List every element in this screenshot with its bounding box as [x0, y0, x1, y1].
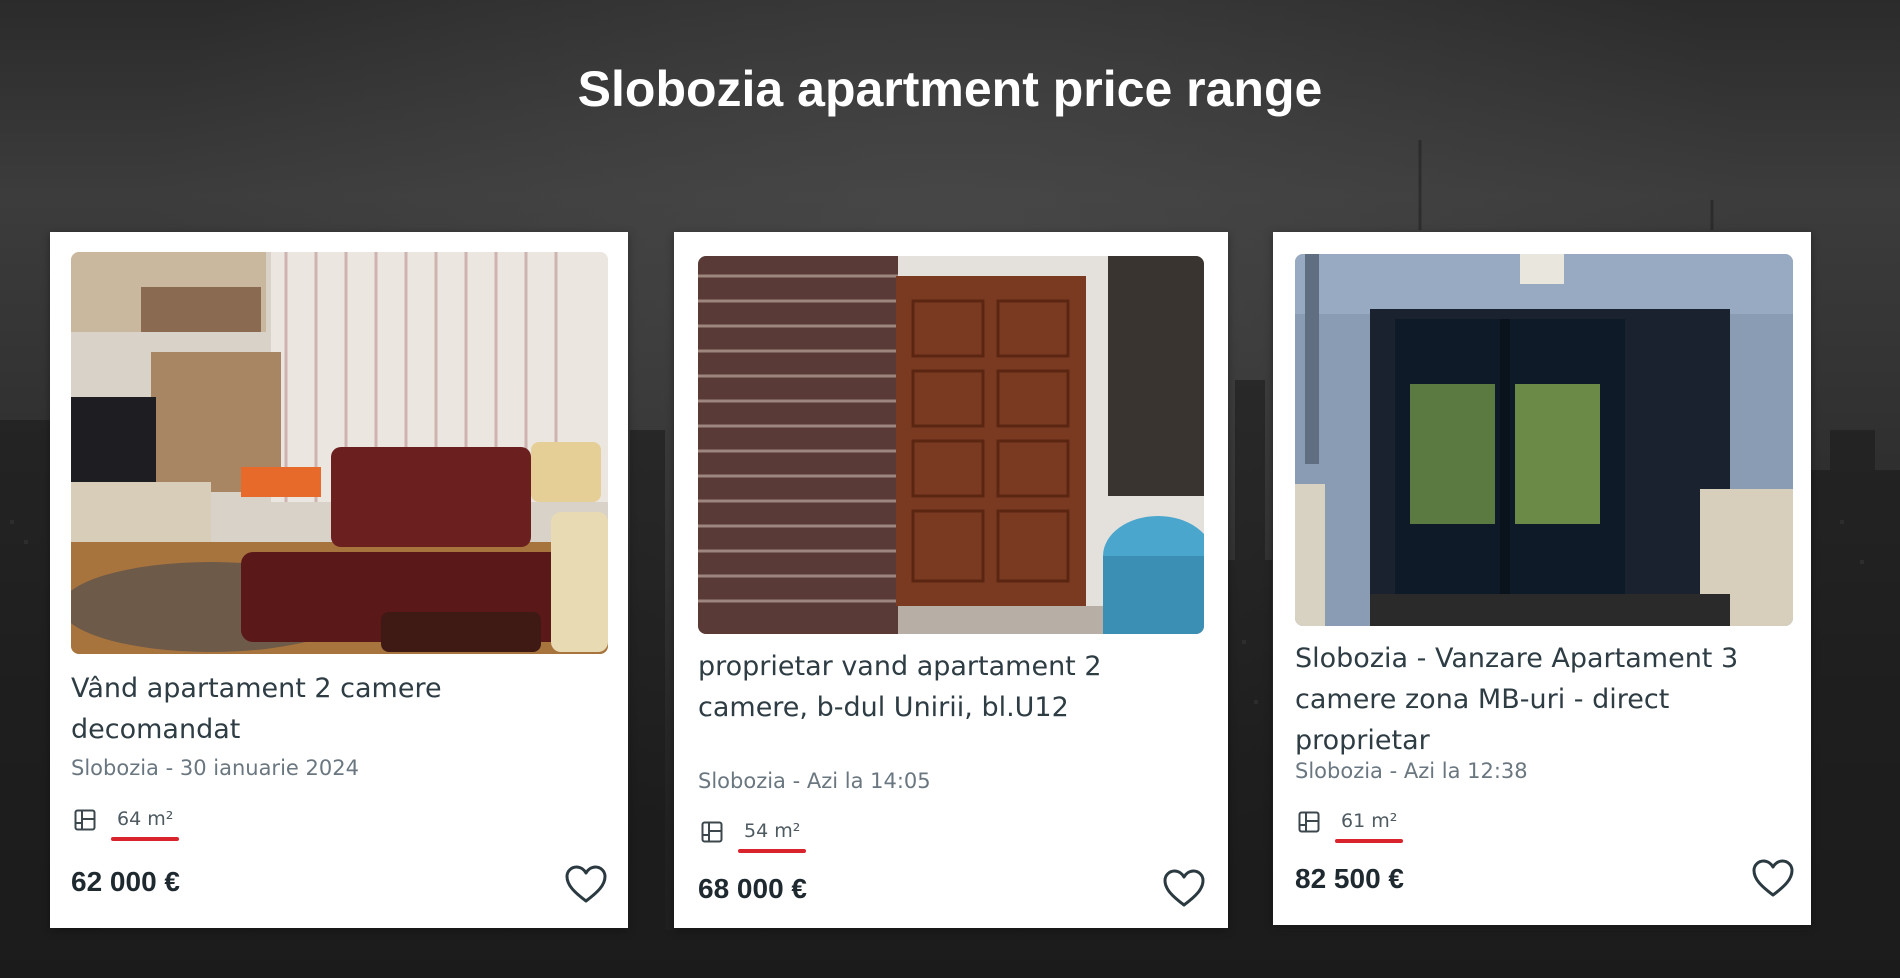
listing-price: 82 500 € [1295, 863, 1404, 894]
heart-outline-icon[interactable] [1751, 858, 1795, 898]
area-value: 61 m² [1335, 810, 1404, 843]
listing-photo[interactable] [71, 252, 608, 654]
listing-card[interactable]: Slobozia - Vanzare Apartament 3 camere z… [1273, 232, 1811, 925]
listing-area: 61 m² [1297, 810, 1404, 843]
floor-plan-icon [701, 821, 723, 843]
listing-area: 64 m² [73, 808, 180, 841]
heart-outline-icon[interactable] [564, 864, 608, 904]
listing-area: 54 m² [700, 820, 807, 853]
area-value: 64 m² [111, 808, 180, 841]
listing-title[interactable]: Vând apartament 2 camere decomandat [71, 668, 591, 750]
listing-location-date: Slobozia - 30 ianuarie 2024 [71, 756, 359, 780]
floor-plan-icon [1298, 811, 1320, 833]
listing-title[interactable]: proprietar vand apartament 2 camere, b-d… [698, 646, 1218, 728]
listing-title[interactable]: Slobozia - Vanzare Apartament 3 camere z… [1295, 638, 1795, 761]
listing-card[interactable]: proprietar vand apartament 2 camere, b-d… [674, 232, 1228, 928]
area-value: 54 m² [738, 820, 807, 853]
listing-price: 62 000 € [71, 866, 180, 897]
balcony-door-photo-icon [698, 256, 1204, 634]
listing-location-date: Slobozia - Azi la 12:38 [1295, 759, 1528, 783]
listing-photo[interactable] [1295, 254, 1793, 626]
page-title: Slobozia apartment price range [577, 61, 1323, 117]
listing-price: 68 000 € [698, 873, 807, 904]
heart-outline-icon[interactable] [1162, 868, 1206, 908]
floor-plan-icon [74, 809, 96, 831]
listing-card[interactable]: Vând apartament 2 camere decomandat Slob… [50, 232, 628, 928]
listing-photo[interactable] [698, 256, 1204, 634]
listing-location-date: Slobozia - Azi la 14:05 [698, 769, 931, 793]
living-room-photo-icon [71, 252, 608, 654]
building-entrance-photo-icon [1295, 254, 1793, 626]
